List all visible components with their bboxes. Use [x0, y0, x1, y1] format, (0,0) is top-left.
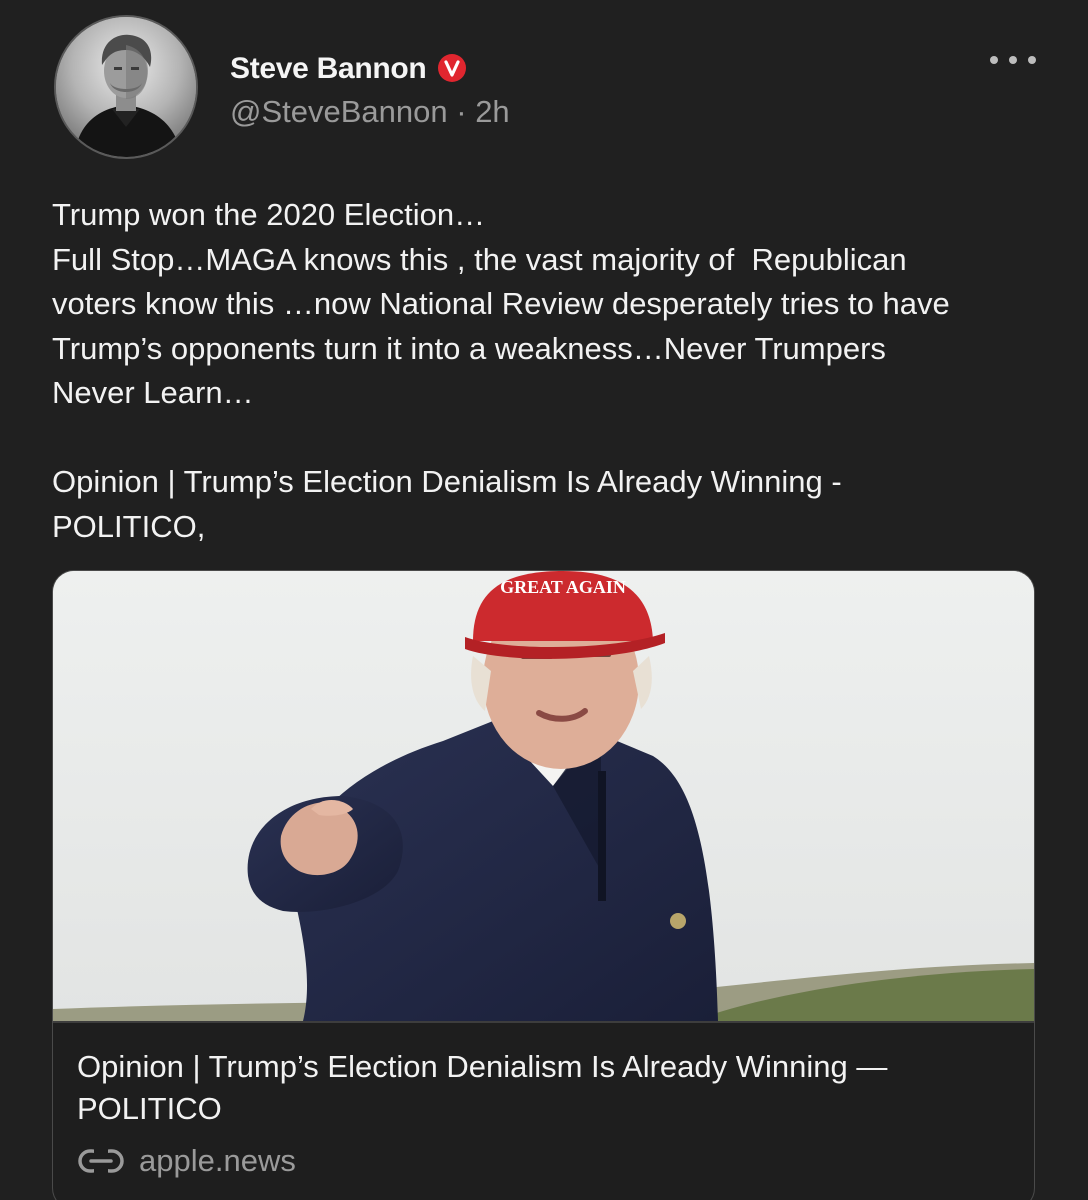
- meta-separator: ·: [447, 94, 476, 129]
- author-name[interactable]: Steve Bannon: [230, 52, 427, 86]
- author-handle[interactable]: @SteveBannon: [230, 94, 448, 129]
- link-preview-card[interactable]: GREAT AGAIN Opinion | Trump’s Election D…: [52, 570, 1035, 1200]
- author-meta: @SteveBannon · 2h: [230, 94, 510, 130]
- link-preview-domain[interactable]: apple.news: [77, 1141, 296, 1181]
- link-title-text: Opinion | Trump’s Election Denialism Is …: [77, 1049, 888, 1126]
- post-time: 2h: [475, 94, 510, 129]
- more-horizontal-icon: [1028, 56, 1036, 64]
- verified-badge-icon: [438, 54, 466, 82]
- post-text: Trump won the 2020 Election… Full Stop…M…: [52, 197, 950, 544]
- avatar[interactable]: [54, 15, 198, 159]
- link-domain-text: apple.news: [139, 1143, 296, 1178]
- more-horizontal-icon: [990, 56, 998, 64]
- card-divider: [53, 1021, 1034, 1023]
- link-icon: [78, 1148, 124, 1174]
- cap-text: GREAT AGAIN: [500, 577, 626, 597]
- post: Steve Bannon @SteveBannon · 2h Trump won…: [0, 0, 1088, 1200]
- link-preview-title[interactable]: Opinion | Trump’s Election Denialism Is …: [77, 1046, 997, 1130]
- more-options-button[interactable]: [990, 48, 1036, 72]
- more-horizontal-icon: [1009, 56, 1017, 64]
- link-preview-image: GREAT AGAIN: [53, 571, 1034, 1021]
